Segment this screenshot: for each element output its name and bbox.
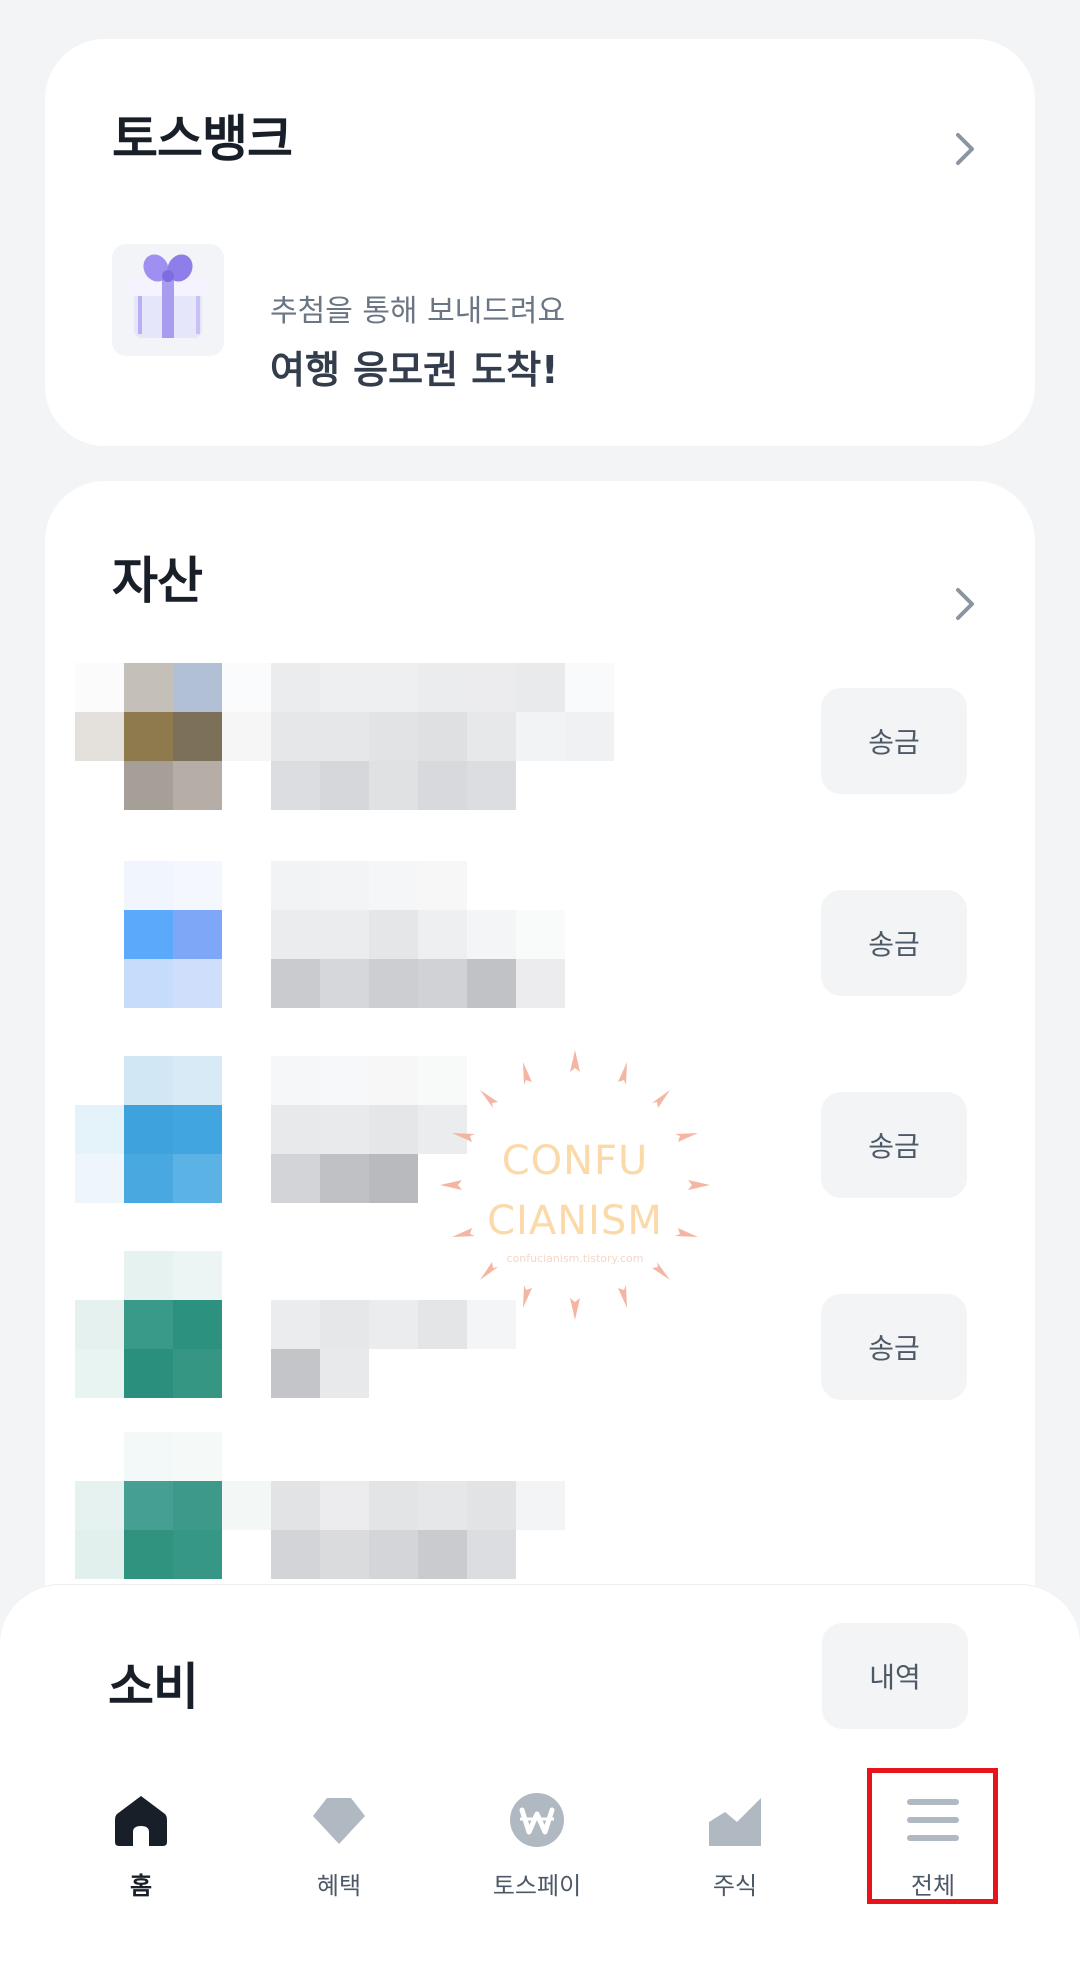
tab-label: 혜택 — [316, 1872, 362, 1900]
send-button[interactable]: 송금 — [821, 890, 967, 996]
tab-stocks[interactable]: 주식 — [660, 1764, 810, 1920]
bank-card-title: 토스뱅크 — [112, 110, 293, 168]
home-icon — [115, 1796, 167, 1846]
stock-chart-icon — [709, 1798, 761, 1846]
won-coin-icon — [510, 1793, 564, 1847]
tab-home[interactable]: 홈 — [66, 1764, 216, 1920]
send-button[interactable]: 송금 — [821, 1092, 967, 1198]
tab-benefits[interactable]: 혜택 — [264, 1764, 414, 1920]
promo-subtitle: 추첨을 통해 보내드려요 — [270, 294, 566, 329]
assets-card-title: 자산 — [112, 552, 203, 610]
send-button[interactable]: 송금 — [821, 688, 967, 794]
send-button[interactable]: 송금 — [821, 1294, 967, 1400]
history-button[interactable]: 내역 — [822, 1623, 968, 1729]
highlight-box — [867, 1768, 998, 1904]
chevron-right-icon[interactable] — [938, 576, 994, 632]
spending-card-title: 소비 — [108, 1658, 199, 1716]
chevron-right-icon[interactable] — [938, 121, 994, 177]
tab-label: 주식 — [712, 1872, 758, 1900]
toss-bank-card[interactable]: 토스뱅크 추첨을 통해 보내드려요 여행 응모권 도착! — [45, 39, 1035, 446]
gem-icon — [313, 1798, 365, 1844]
promo-title[interactable]: 여행 응모권 도착! — [270, 339, 559, 394]
tab-label: 홈 — [129, 1872, 153, 1900]
tab-label: 토스페이 — [492, 1872, 582, 1900]
tab-tosspay[interactable]: 토스페이 — [462, 1764, 612, 1920]
gift-box-icon — [112, 244, 224, 356]
